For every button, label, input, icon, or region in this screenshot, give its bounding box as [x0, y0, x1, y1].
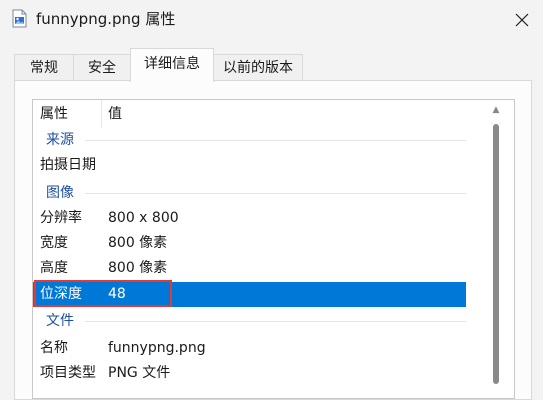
- properties-list[interactable]: 属性 值 来源 拍摄日期 图像 分辨率 800 x 800 宽度 800 像素 …: [32, 99, 515, 399]
- group-header-file[interactable]: 文件: [33, 309, 466, 334]
- property-row-item-type[interactable]: 项目类型 PNG 文件: [33, 361, 466, 386]
- property-value: PNG 文件: [108, 365, 171, 381]
- property-row-date-taken[interactable]: 拍摄日期: [33, 153, 466, 178]
- close-icon: [515, 13, 528, 27]
- property-row-dimensions[interactable]: 分辨率 800 x 800: [33, 206, 466, 231]
- tab-general[interactable]: 常规: [14, 54, 74, 80]
- property-name: 名称: [40, 340, 68, 356]
- column-header-property[interactable]: 属性: [40, 100, 68, 128]
- group-label: 图像: [46, 185, 74, 201]
- column-divider[interactable]: [101, 100, 102, 128]
- group-divider: [85, 193, 466, 194]
- column-header: 属性 值: [33, 100, 514, 128]
- property-value: 800 x 800: [108, 210, 179, 226]
- property-name: 拍摄日期: [40, 157, 96, 173]
- property-row-width[interactable]: 宽度 800 像素: [33, 231, 466, 256]
- window-title: funnypng.png 属性: [36, 10, 176, 28]
- group-label: 文件: [46, 313, 74, 329]
- property-value: 800 像素: [108, 235, 168, 251]
- property-name: 分辨率: [40, 210, 82, 226]
- property-name: 项目类型: [40, 365, 96, 381]
- png-file-icon: [12, 9, 27, 28]
- title-bar: funnypng.png 属性: [0, 0, 543, 40]
- group-divider: [85, 321, 466, 322]
- scroll-thumb[interactable]: [493, 124, 499, 384]
- group-header-image[interactable]: 图像: [33, 181, 466, 206]
- scroll-up-arrow-icon[interactable]: ▲: [490, 104, 502, 116]
- property-name: 宽度: [40, 235, 68, 251]
- property-value: 800 像素: [108, 260, 168, 276]
- tab-details[interactable]: 详细信息: [130, 48, 214, 82]
- close-button[interactable]: [500, 0, 543, 40]
- property-row-filename[interactable]: 名称 funnypng.png: [33, 336, 466, 361]
- annotation-highlight-box: [34, 280, 172, 307]
- group-label: 来源: [46, 132, 74, 148]
- tab-security[interactable]: 安全: [73, 54, 131, 80]
- group-divider: [85, 140, 466, 141]
- tab-previous-versions[interactable]: 以前的版本: [213, 54, 303, 80]
- vertical-scrollbar[interactable]: ▲: [490, 104, 502, 388]
- group-header-source[interactable]: 来源: [33, 128, 466, 153]
- property-name: 高度: [40, 260, 68, 276]
- column-header-value[interactable]: 值: [108, 100, 122, 128]
- property-value: funnypng.png: [108, 340, 206, 356]
- property-row-height[interactable]: 高度 800 像素: [33, 256, 466, 281]
